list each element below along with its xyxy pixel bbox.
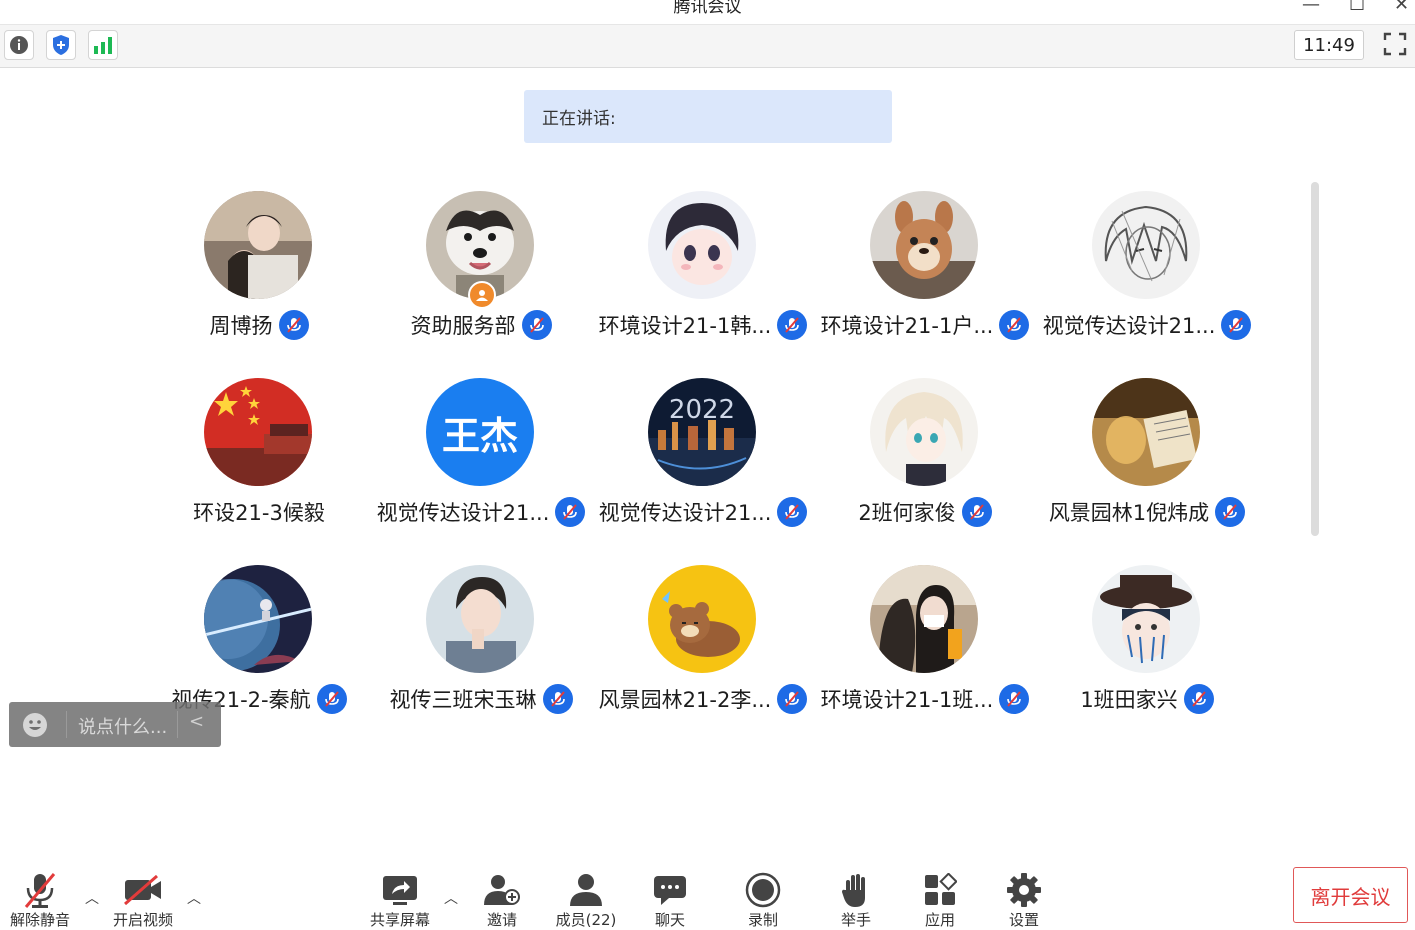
avatar <box>648 191 756 299</box>
members-icon <box>570 874 602 906</box>
minimize-icon[interactable]: — <box>1302 0 1320 15</box>
leave-meeting-button[interactable]: 离开会议 <box>1293 867 1408 923</box>
participant-tile[interactable]: 资助服务部 <box>370 191 592 378</box>
avatar <box>204 565 312 673</box>
mic-muted-icon <box>1183 684 1214 714</box>
emoji-icon[interactable] <box>22 712 48 738</box>
participant-name: 风景园林21-2李... <box>598 688 772 712</box>
participant-tile[interactable]: 风景园林1倪炜成 <box>1036 378 1258 565</box>
start-video-button[interactable]: 开启视频 <box>103 866 183 929</box>
add-user-icon <box>484 875 520 905</box>
avatar <box>1092 378 1200 486</box>
participant-tile[interactable]: 风景园林21-2李... <box>592 565 814 752</box>
settings-label: 设置 <box>1008 911 1039 929</box>
signal-bars-icon <box>94 37 112 54</box>
video-off-icon <box>124 875 161 905</box>
participant-name: 环境设计21-1韩... <box>598 314 772 338</box>
start-video-label: 开启视频 <box>112 911 173 929</box>
divider <box>177 711 178 738</box>
maximize-icon[interactable]: ☐ <box>1349 0 1365 15</box>
audio-options-chevron-icon[interactable]: ︿ <box>85 888 99 908</box>
participant-name: 视觉传达设计21... <box>376 501 550 525</box>
participant-tile[interactable]: 1班田家兴 <box>1036 565 1258 752</box>
meeting-clock: 11:49 <box>1294 30 1364 60</box>
participant-tile[interactable]: 环设21-3候毅 <box>148 378 370 565</box>
share-screen-icon <box>383 876 417 905</box>
participant-tile[interactable]: 王杰 视觉传达设计21... <box>370 378 592 565</box>
settings-button[interactable]: 设置 <box>984 866 1064 929</box>
hand-icon <box>842 874 865 907</box>
mic-muted-icon <box>961 497 992 527</box>
participant-tile[interactable]: 视觉传达设计21... <box>1036 191 1258 378</box>
meeting-toolbar: 11:49 <box>0 25 1415 68</box>
participant-name: 周博扬 <box>209 314 273 338</box>
security-button[interactable] <box>46 30 76 60</box>
participant-tile[interactable]: 周博扬 <box>148 191 370 378</box>
avatar <box>426 565 534 673</box>
participant-name: 1班田家兴 <box>1080 688 1178 712</box>
fullscreen-icon <box>1383 32 1407 56</box>
fullscreen-button[interactable] <box>1381 30 1409 58</box>
unmute-button[interactable]: 解除静音 <box>0 866 80 929</box>
participant-name: 视觉传达设计21... <box>1042 314 1216 338</box>
speaking-label: 正在讲话: <box>542 109 616 129</box>
participant-name: 风景园林1倪炜成 <box>1048 501 1210 525</box>
participant-tile[interactable]: 2班何家俊 <box>814 378 1036 565</box>
gear-icon <box>1007 873 1041 907</box>
share-options-chevron-icon[interactable]: ︿ <box>444 888 458 908</box>
participant-tile[interactable]: 视传三班宋玉琳 <box>370 565 592 752</box>
mic-muted-icon <box>1221 310 1252 340</box>
meeting-info-button[interactable] <box>4 30 34 60</box>
chat-input-placeholder[interactable]: 说点什么... <box>78 713 167 739</box>
participant-tile[interactable]: 环境设计21-1韩... <box>592 191 814 378</box>
participant-name: 资助服务部 <box>410 314 516 338</box>
avatar: 王杰 <box>426 378 534 486</box>
avatar <box>204 378 312 486</box>
avatar <box>870 191 978 299</box>
host-icon <box>468 281 496 309</box>
chat-button[interactable]: 聊天 <box>630 866 710 929</box>
speaking-indicator: 正在讲话: <box>524 90 892 143</box>
participant-name: 2班何家俊 <box>858 501 956 525</box>
avatar <box>1092 191 1200 299</box>
avatar: 2022 <box>648 378 756 486</box>
participant-name: 环设21-3候毅 <box>193 501 325 525</box>
avatar <box>648 565 756 673</box>
participant-tile[interactable]: 环境设计21-1班... <box>814 565 1036 752</box>
participant-name: 视传三班宋玉琳 <box>389 688 537 712</box>
share-screen-button[interactable]: 共享屏幕 <box>360 866 440 929</box>
record-button[interactable]: 录制 <box>723 866 803 929</box>
shield-icon <box>53 35 69 55</box>
network-status-button[interactable] <box>88 30 118 60</box>
info-icon <box>10 36 28 54</box>
mic-muted-icon <box>278 310 309 340</box>
avatar <box>204 191 312 299</box>
window-title: 腾讯会议 <box>673 0 742 17</box>
mic-muted-icon <box>521 310 552 340</box>
mic-muted-icon <box>1215 497 1246 527</box>
chat-bubble-icon <box>654 876 686 905</box>
participant-name: 视觉传达设计21... <box>598 501 772 525</box>
avatar <box>1092 565 1200 673</box>
participant-name: 环境设计21-1户... <box>820 314 994 338</box>
close-icon[interactable]: ✕ <box>1394 0 1409 15</box>
participant-tile[interactable]: 2022 视觉传达设计21... <box>592 378 814 565</box>
avatar <box>870 565 978 673</box>
divider <box>66 711 67 738</box>
video-options-chevron-icon[interactable]: ︿ <box>187 888 201 908</box>
participant-tile[interactable]: 环境设计21-1户... <box>814 191 1036 378</box>
collapse-chat-button[interactable]: < <box>189 711 204 732</box>
record-icon <box>745 872 781 908</box>
participant-name: 环境设计21-1班... <box>820 688 994 712</box>
avatar-initials: 王杰 <box>441 413 518 458</box>
title-bar: 腾讯会议 — ☐ ✕ <box>0 0 1415 25</box>
quick-chat-box[interactable]: 说点什么... < <box>9 702 221 747</box>
svg-text:2022: 2022 <box>669 395 735 425</box>
participant-grid-scrollbar[interactable] <box>1311 182 1319 536</box>
apps-grid-icon <box>925 873 957 905</box>
avatar <box>870 378 978 486</box>
mic-muted-icon <box>24 873 56 908</box>
